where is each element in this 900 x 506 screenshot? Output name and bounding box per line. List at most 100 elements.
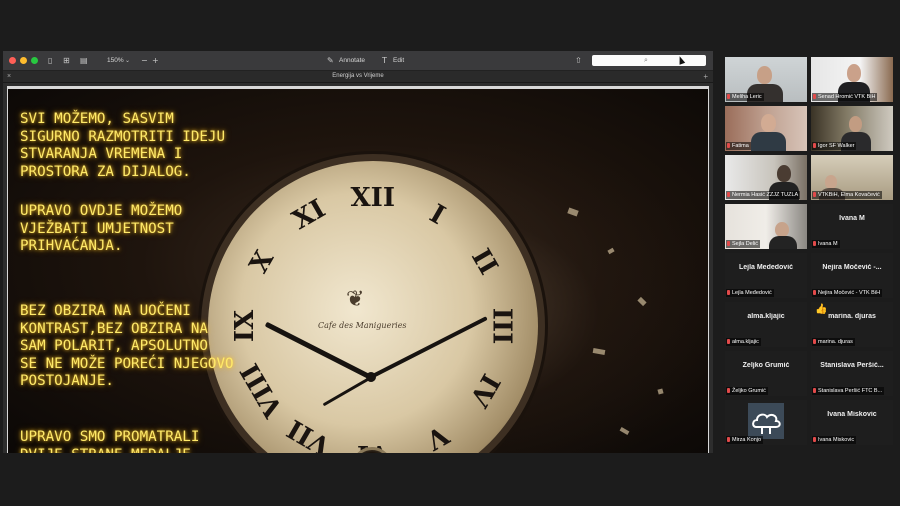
- muted-mic-icon: [813, 191, 816, 197]
- muted-mic-icon: [727, 191, 730, 197]
- participant-name-label: Meliha Leric: [726, 93, 764, 101]
- slide-paragraph-2: UPRAVO OVDJE MOŽEMO VJEŽBATI UMJETNOST P…: [20, 203, 183, 254]
- participant-face: [775, 222, 789, 237]
- zoom-in-icon[interactable]: +: [152, 56, 159, 65]
- profile-picture: [748, 403, 784, 439]
- annotate-button[interactable]: Annotate: [339, 56, 365, 65]
- participant-name-label: Nejira Močević - VTK BiH: [812, 289, 883, 297]
- muted-mic-icon: [813, 289, 816, 295]
- participant-name-label: marina. djuras: [812, 338, 855, 346]
- participant-face: [761, 114, 776, 132]
- chevron-down-icon[interactable]: ⌄: [125, 56, 130, 65]
- participant-display-name: Lejla Mededović: [738, 264, 794, 271]
- participant-tile[interactable]: Meliha Leric: [725, 57, 807, 102]
- tab-title[interactable]: Energija vs Vrijeme: [3, 71, 713, 82]
- participant-name-label: Željko Grumić: [726, 387, 768, 395]
- participant-tile[interactable]: Stanislava Peršić... Stanislava Peršić F…: [811, 351, 893, 396]
- participant-name-label: Senad Hromić VTK BiH: [812, 93, 878, 101]
- participant-name-label: Lejla Međedović: [726, 289, 774, 297]
- participant-face: [847, 64, 861, 82]
- participant-display-name: Nejira Močević -...: [822, 264, 882, 271]
- muted-mic-icon: [813, 240, 816, 246]
- slide-paragraph-4: UPRAVO SMO PROMATRALI DVIJE STRANE MEDAL…: [20, 429, 200, 453]
- participant-name-label: Stanislava Peršić FTC B...: [812, 387, 885, 395]
- participant-tile[interactable]: Nermia Hasić ZZJZ TUZLA: [725, 155, 807, 200]
- participant-display-name: Ivana M: [839, 215, 865, 222]
- edit-button[interactable]: Edit: [393, 56, 404, 65]
- muted-mic-icon: [727, 240, 730, 246]
- muted-mic-icon: [727, 387, 730, 393]
- clock-numeral: XII: [350, 183, 396, 213]
- slide-paragraph-3: BEZ OBZIRA NA UOČENI KONTRAST,BEZ OBZIRA…: [20, 303, 234, 389]
- new-tab-icon[interactable]: +: [703, 71, 708, 82]
- participant-face: [777, 165, 791, 182]
- participant-name-label: Nermia Hasić ZZJZ TUZLA: [726, 191, 801, 199]
- participant-face: [825, 175, 837, 189]
- participant-display-name: alma.kljajic: [747, 313, 785, 320]
- text-edit-icon[interactable]: T: [382, 56, 387, 65]
- participant-tile[interactable]: 👍 marina. djuras marina. djuras: [811, 302, 893, 347]
- share-icon[interactable]: ⇧: [575, 56, 582, 65]
- muted-mic-icon: [727, 338, 730, 344]
- participant-face: [849, 116, 862, 132]
- participant-name-label: Ivana M: [812, 240, 840, 248]
- participant-display-name: Ivana Miskovic: [827, 411, 877, 418]
- muted-mic-icon: [813, 93, 816, 99]
- participant-tile[interactable]: Željko Grumić Željko Grumić: [725, 351, 807, 396]
- cloud-logo-icon: [752, 413, 781, 434]
- preview-window: ▯ ⊞ ▤ 150% ⌄ − + ✎ Annotate T Edit ⇧ ⌕ E…: [3, 51, 713, 453]
- participant-tile[interactable]: Senad Hromić VTK BiH: [811, 57, 893, 102]
- participant-name-label: VTKBiH, Elma Kovačević: [812, 191, 882, 199]
- toolbar: ▯ ⊞ ▤ 150% ⌄ − + ✎ Annotate T Edit ⇧ ⌕: [3, 51, 713, 71]
- participant-tile[interactable]: Mirza Konjo: [725, 400, 807, 445]
- sidebar-icon[interactable]: ▯: [48, 56, 52, 65]
- participant-display-name: Stanislava Peršić...: [820, 362, 884, 369]
- participant-tile-active-speaker[interactable]: Igor SF Walker: [811, 106, 893, 151]
- muted-mic-icon: [813, 436, 816, 442]
- participant-body: [751, 132, 786, 151]
- zoom-level[interactable]: 150%: [107, 56, 124, 65]
- participant-tile[interactable]: Sejla Delić: [725, 204, 807, 249]
- muted-mic-icon: [727, 142, 730, 148]
- participant-tile[interactable]: Ivana M Ivana M: [811, 204, 893, 249]
- grid-view-icon[interactable]: ⊞: [63, 56, 70, 65]
- participant-display-name: marina. djuras: [828, 313, 876, 320]
- participant-tile[interactable]: alma.kljajic alma.kljajic: [725, 302, 807, 347]
- participant-tile[interactable]: VTKBiH, Elma Kovačević: [811, 155, 893, 200]
- participant-tile[interactable]: Nejira Močević -... Nejira Močević - VTK…: [811, 253, 893, 298]
- search-input[interactable]: ⌕: [592, 55, 706, 66]
- minimize-window-button[interactable]: [20, 57, 27, 64]
- participant-name-label: Fatima: [726, 142, 751, 150]
- mouse-cursor-icon: [676, 55, 686, 65]
- participant-tile[interactable]: Ivana Miskovic Ivana Miskovic: [811, 400, 893, 445]
- muted-mic-icon: [727, 289, 730, 295]
- participant-name-label: Sejla Delić: [726, 240, 760, 248]
- muted-mic-icon: [813, 387, 816, 393]
- clock-ornament-icon: ❦: [346, 287, 365, 312]
- close-window-button[interactable]: [9, 57, 16, 64]
- clock-hub: [366, 372, 376, 382]
- participant-display-name: Željko Grumić: [742, 362, 790, 369]
- contact-sheet-icon[interactable]: ▤: [80, 56, 88, 65]
- zoom-out-icon[interactable]: −: [141, 56, 148, 65]
- clock-numeral: III: [485, 307, 516, 345]
- search-icon: ⌕: [644, 56, 648, 64]
- clock-brand-text: Cafe des Manigueries: [318, 321, 407, 330]
- participant-tile[interactable]: Lejla Mededović Lejla Međedović: [725, 253, 807, 298]
- participant-tile[interactable]: Fatima: [725, 106, 807, 151]
- muted-mic-icon: [813, 338, 816, 344]
- zoom-window-button[interactable]: [31, 57, 38, 64]
- participant-name-label: Igor SF Walker: [812, 142, 857, 150]
- close-tab-icon[interactable]: ×: [7, 71, 11, 82]
- muted-mic-icon: [813, 142, 816, 148]
- participant-name-label: alma.kljajic: [726, 338, 761, 346]
- participant-name-label: Ivana Miskovic: [812, 436, 857, 444]
- participant-name-label: Mirza Konjo: [726, 436, 764, 444]
- participant-face: [757, 66, 772, 84]
- pen-icon[interactable]: ✎: [327, 56, 334, 65]
- participant-body: [769, 236, 797, 249]
- slide-paragraph-1: SVI MOŽEMO, SASVIM SIGURNO RAZMOTRITI ID…: [20, 111, 225, 180]
- slide-image: XIIIIIIIIIVVVIVIIVIIIIXXXI ❦ Cafe des Ma…: [8, 89, 708, 453]
- muted-mic-icon: [727, 93, 730, 99]
- tab-bar: Energija vs Vrijeme × +: [3, 71, 713, 83]
